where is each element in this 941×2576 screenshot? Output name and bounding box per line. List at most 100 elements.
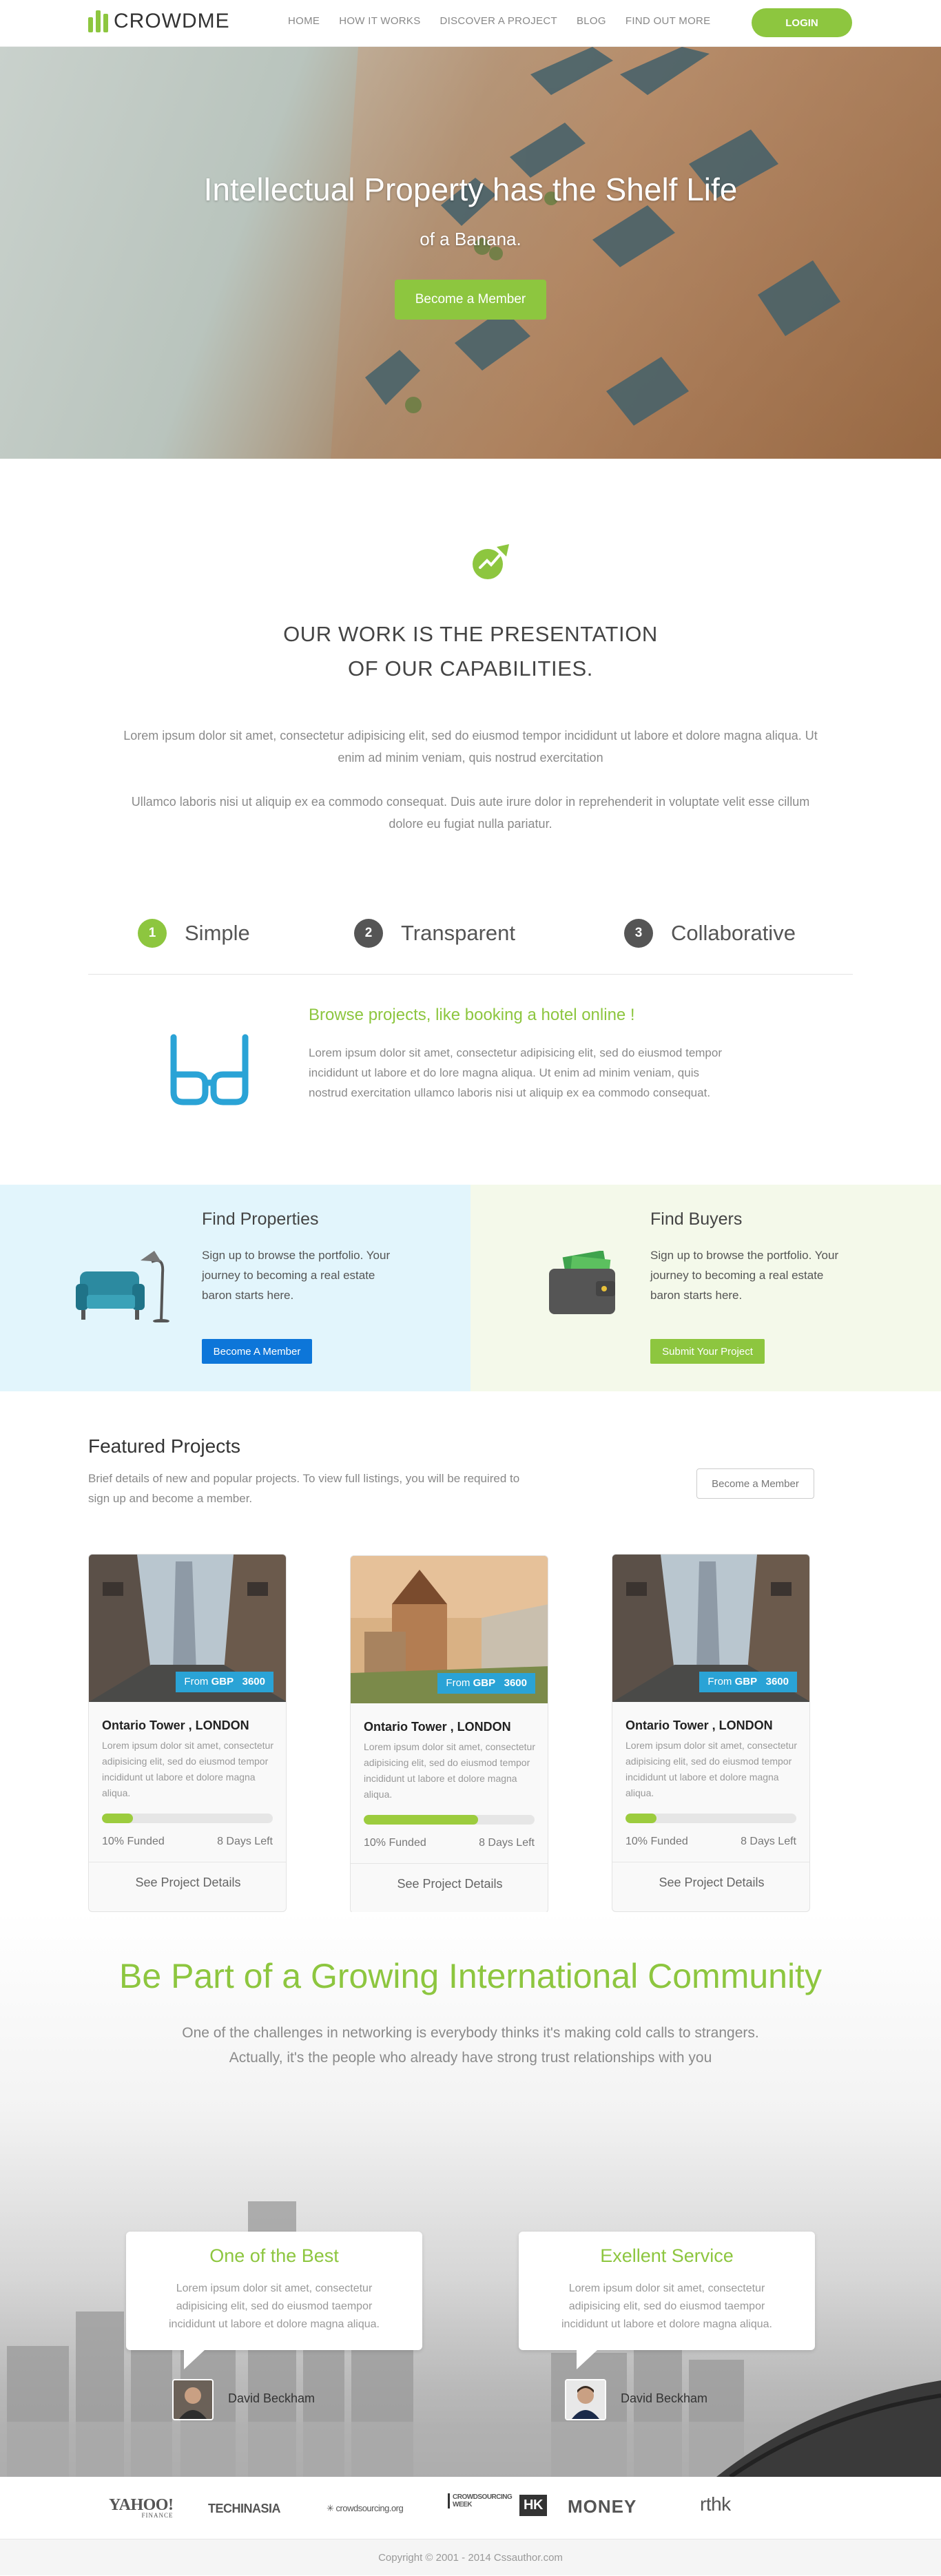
hero-subtitle: of a Banana.	[420, 229, 521, 249]
intro-paragraph-2: Ullamco laboris nisi ut aliquip ex ea co…	[131, 795, 810, 831]
testimonial-card: Exellent Service Lorem ipsum dolor sit a…	[519, 2232, 815, 2369]
step-number-2: 2	[354, 919, 383, 948]
price-badge: From GBP 3600	[176, 1672, 273, 1692]
project-title[interactable]: Ontario Tower , LONDON	[625, 1718, 773, 1733]
nav-home[interactable]: HOME	[288, 15, 320, 27]
author-avatar	[565, 2379, 606, 2420]
funding-progress-fill	[364, 1815, 479, 1825]
step-collaborative: 3 Collaborative	[624, 919, 796, 948]
funding-progress-fill	[102, 1814, 133, 1823]
wallet-icon	[549, 1251, 615, 1314]
nav-blog[interactable]: BLOG	[577, 15, 606, 27]
funding-progress-bar	[625, 1814, 796, 1823]
main-nav: HOME HOW IT WORKS DISCOVER A PROJECT BLO…	[288, 15, 710, 27]
crowdsourcing-week-logo: CROWDSOURCING WEEK	[448, 2493, 513, 2509]
find-buyers-panel: Find Buyers Sign up to browse the portfo…	[470, 1185, 941, 1391]
growth-icon	[473, 544, 509, 579]
intro-title-line1: OUR WORK IS THE PRESENTATION	[283, 622, 658, 646]
find-buyers-text: Sign up to browse the portfolio. Your jo…	[650, 1249, 839, 1302]
price-badge: From GBP 3600	[437, 1673, 535, 1694]
project-card[interactable]: From GBP 3600 Ontario Tower , LONDON Lor…	[88, 1554, 287, 1912]
community-line-1: One of the challenges in networking is e…	[182, 2025, 759, 2041]
become-member-properties-button[interactable]: Become A Member	[202, 1339, 312, 1364]
see-project-details-link[interactable]: See Project Details	[89, 1876, 286, 1890]
featured-text: Brief details of new and popular project…	[88, 1472, 520, 1505]
find-properties-text: Sign up to browse the portfolio. Your jo…	[202, 1249, 391, 1302]
project-description: Lorem ipsum dolor sit amet, consectetur …	[102, 1740, 273, 1798]
techinasia-logo: TECHINASIA	[208, 2502, 281, 2515]
armchair-lamp-icon	[76, 1251, 169, 1322]
step-number-1: 1	[138, 919, 167, 948]
find-properties-panel: Find Properties Sign up to browse the po…	[0, 1185, 470, 1391]
days-left-label: 8 Days Left	[479, 1837, 535, 1849]
testimonial-text: Lorem ipsum dolor sit amet, consectetur …	[169, 2283, 380, 2330]
browse-title: Browse projects, like booking a hotel on…	[309, 1006, 635, 1024]
community-line-2: Actually, it's the people who already ha…	[229, 2050, 712, 2066]
submit-project-button[interactable]: Submit Your Project	[650, 1339, 765, 1364]
rthk-logo: rthk	[700, 2493, 731, 2515]
see-project-details-link[interactable]: See Project Details	[351, 1877, 548, 1891]
community-section	[0, 1912, 941, 2477]
funded-label: 10% Funded	[102, 1836, 165, 1847]
find-properties-title: Find Properties	[202, 1209, 319, 1229]
person-photo-icon	[174, 2380, 212, 2419]
project-title[interactable]: Ontario Tower , LONDON	[102, 1718, 249, 1733]
funded-label: 10% Funded	[364, 1837, 426, 1849]
hk-logo: HK	[519, 2495, 547, 2516]
featured-title: Featured Projects	[88, 1435, 240, 1457]
project-title[interactable]: Ontario Tower , LONDON	[364, 1720, 511, 1734]
funded-label: 10% Funded	[625, 1836, 688, 1847]
site-header: CROWDME HOME HOW IT WORKS DISCOVER A PRO…	[0, 0, 941, 47]
yahoo-finance-logo: YAHOO! FINANCE	[109, 2496, 174, 2519]
testimonial-title: One of the Best	[209, 2245, 339, 2266]
nav-how-it-works[interactable]: HOW IT WORKS	[339, 15, 420, 27]
become-member-featured-button[interactable]: Become a Member	[696, 1468, 814, 1499]
intro-paragraph-1: Lorem ipsum dolor sit amet, consectetur …	[123, 729, 818, 765]
person-photo-icon	[566, 2380, 605, 2419]
hero-banner: Intellectual Property has the Shelf Life…	[0, 47, 941, 459]
brand-name: CROWDME	[114, 10, 230, 32]
card-divider	[351, 1863, 548, 1864]
days-left-label: 8 Days Left	[217, 1836, 273, 1847]
brand-logo[interactable]: CROWDME	[88, 10, 230, 33]
hero-building-image	[331, 47, 941, 459]
community-text: One of the challenges in networking is e…	[0, 2021, 941, 2070]
site-footer: Copyright © 2001 - 2014 Cssauthor.com	[0, 2539, 941, 2575]
hero-title: Intellectual Property has the Shelf Life	[203, 172, 738, 207]
testimonial-author: David Beckham	[228, 2391, 316, 2405]
copyright-text: Copyright © 2001 - 2014 Cssauthor.com	[378, 2552, 563, 2564]
find-buyers-title: Find Buyers	[650, 1209, 743, 1229]
logo-bars-icon	[88, 10, 108, 32]
community-title: Be Part of a Growing International Commu…	[119, 1957, 822, 1995]
intro-title-line2: OF OUR CAPABILITIES.	[348, 656, 593, 681]
days-left-label: 8 Days Left	[741, 1836, 796, 1847]
login-button[interactable]: LOGIN	[752, 8, 852, 37]
crowdsourcing-logo: ✳ crowdsourcing.org	[327, 2503, 404, 2513]
intro-title: OUR WORK IS THE PRESENTATION OF OUR CAPA…	[0, 617, 941, 686]
see-project-details-link[interactable]: See Project Details	[612, 1876, 809, 1890]
step-number-3: 3	[624, 919, 653, 948]
money-logo: MONEY	[568, 2496, 637, 2517]
funding-progress-bar	[364, 1815, 535, 1825]
funding-progress-fill	[625, 1814, 656, 1823]
step-label-3: Collaborative	[671, 921, 796, 945]
glasses-icon	[170, 1034, 249, 1105]
step-transparent: 2 Transparent	[354, 919, 515, 948]
project-card[interactable]: From GBP 3600 Ontario Tower , LONDON Lor…	[612, 1554, 810, 1912]
step-label-2: Transparent	[401, 921, 515, 945]
step-label-1: Simple	[185, 921, 250, 945]
browse-text: Lorem ipsum dolor sit amet, consectetur …	[309, 1046, 723, 1099]
nav-discover-project[interactable]: DISCOVER A PROJECT	[440, 15, 557, 27]
author-avatar	[172, 2379, 214, 2420]
testimonial-title: Exellent Service	[600, 2245, 734, 2266]
testimonial-card: One of the Best Lorem ipsum dolor sit am…	[126, 2232, 422, 2369]
testimonial-text: Lorem ipsum dolor sit amet, consectetur …	[561, 2283, 772, 2330]
section-divider	[88, 974, 853, 975]
become-member-hero-button[interactable]: Become a Member	[395, 280, 546, 320]
funding-progress-bar	[102, 1814, 273, 1823]
testimonial-author: David Beckham	[621, 2391, 708, 2405]
project-description: Lorem ipsum dolor sit amet, consectetur …	[625, 1740, 797, 1798]
project-description: Lorem ipsum dolor sit amet, consectetur …	[364, 1741, 535, 1800]
project-card[interactable]: From GBP 3600 Ontario Tower , LONDON Lor…	[350, 1555, 548, 1913]
nav-find-out-more[interactable]: FIND OUT MORE	[625, 15, 711, 27]
